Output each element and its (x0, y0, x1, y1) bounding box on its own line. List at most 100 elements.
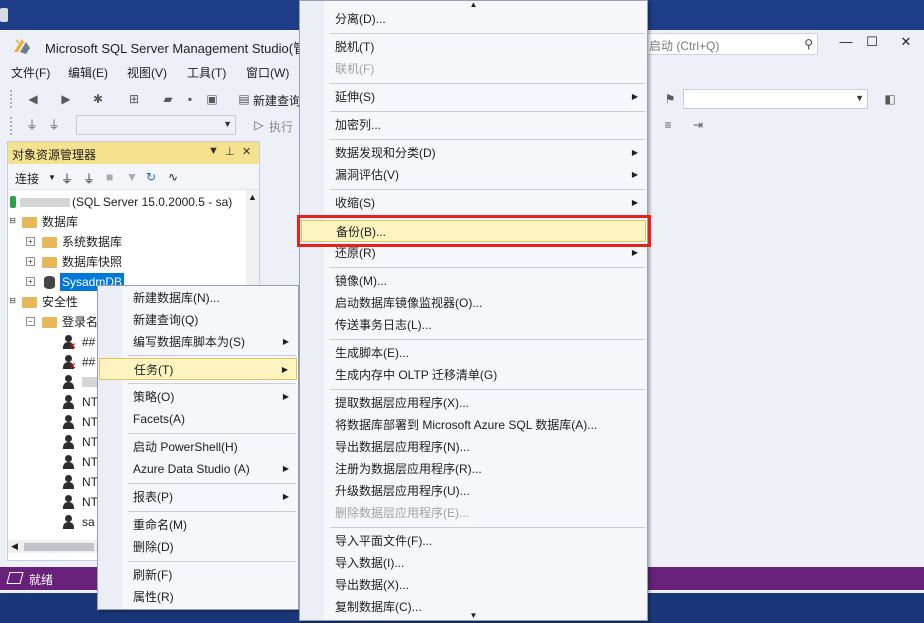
comment-icon[interactable]: ≡ (660, 117, 676, 133)
pin-icon[interactable]: ⊥ (225, 145, 235, 158)
menu-item-data-discovery[interactable]: 数据发现和分类(D) ▶ (301, 142, 646, 164)
save-all-icon[interactable]: ▣ (204, 91, 220, 107)
menu-item-import-flat-file[interactable]: 导入平面文件(F)... (301, 530, 646, 552)
menu-item-delete[interactable]: 删除(D) (99, 536, 297, 558)
stop-icon[interactable]: ■ (106, 170, 113, 184)
tasks-submenu: ▲ 分离(D)... 脱机(T) 联机(F) 延伸(S) ▶ 加密列... 数据发… (299, 0, 648, 621)
menu-item-policies[interactable]: 策略(O) ▶ (99, 386, 297, 408)
menu-item-refresh[interactable]: 刷新(F) (99, 564, 297, 586)
execute-button[interactable]: 执行 (269, 118, 293, 135)
connect-icon[interactable]: ⏚ (24, 117, 40, 133)
filter-icon[interactable]: ▼ (126, 170, 138, 184)
submenu-arrow-icon: ▶ (631, 92, 638, 101)
menu-item-script-database[interactable]: 编写数据库脚本为(S) ▶ (99, 331, 297, 353)
expand-icon[interactable]: + (26, 277, 35, 286)
ide-icon[interactable]: ◧ (882, 91, 898, 107)
connect-dropdown[interactable]: 连接 (15, 170, 39, 187)
close-icon[interactable]: ✕ (242, 145, 251, 158)
menu-item-vulnerability-assessment[interactable]: 漏洞评估(V) ▶ (301, 164, 646, 186)
indent-icon[interactable]: ⇥ (690, 117, 706, 133)
login-disabled-icon: ✕ (62, 355, 77, 371)
menu-item-tasks[interactable]: 任务(T) ▶ (99, 358, 297, 380)
connect-icon[interactable]: ⏚ (61, 170, 73, 187)
database-combo[interactable]: ▼ (76, 115, 236, 135)
activity-monitor-icon[interactable]: ∿ (168, 170, 178, 184)
menu-item-generate-scripts[interactable]: 生成脚本(E)... (301, 342, 646, 364)
menu-item-import-data[interactable]: 导入数据(I)... (301, 552, 646, 574)
quick-launch-input[interactable]: 启动 (Ctrl+Q) ⚲ (644, 33, 818, 55)
menu-item-properties[interactable]: 属性(R) (99, 586, 297, 608)
menu-item-stretch[interactable]: 延伸(S) ▶ (301, 86, 646, 108)
dropdown-icon[interactable]: ▼ (208, 145, 219, 157)
back-icon[interactable]: ◀ (25, 91, 41, 107)
menu-item-register-dac[interactable]: 注册为数据层应用程序(R)... (301, 458, 646, 480)
menu-separator (330, 33, 645, 34)
expand-icon[interactable]: + (26, 237, 35, 246)
menu-item-take-offline[interactable]: 脱机(T) (301, 36, 646, 58)
menu-item-rename[interactable]: 重命名(M) (99, 514, 297, 536)
chevron-down-icon[interactable]: ▼ (48, 173, 56, 182)
menu-item-detach[interactable]: 分离(D)... (301, 8, 646, 30)
menu-item-label: 编写数据库脚本为(S) (133, 335, 245, 349)
new-project-icon[interactable]: ✱ (90, 91, 106, 107)
tree-label: NT (82, 475, 98, 489)
menu-file[interactable]: 文件(F) (11, 64, 50, 81)
submenu-arrow-icon: ▶ (631, 170, 638, 179)
menu-item-start-powershell[interactable]: 启动 PowerShell(H) (99, 436, 297, 458)
maximize-button[interactable]: ☐ (862, 34, 882, 54)
open-folder-icon[interactable]: ▰ (160, 91, 176, 107)
scroll-left-icon[interactable]: ◀ (11, 541, 18, 552)
tree-label: sa (82, 515, 95, 529)
menu-item-oltp-checklist[interactable]: 生成内存中 OLTP 迁移清单(G) (301, 364, 646, 386)
menu-item-extract-dac[interactable]: 提取数据层应用程序(X)... (301, 392, 646, 414)
menu-item-label: 导入平面文件(F)... (335, 534, 433, 548)
collapse-icon[interactable]: ⊟ (8, 217, 17, 226)
menu-item-deploy-azure[interactable]: 将数据库部署到 Microsoft Azure SQL 数据库(A)... (301, 414, 646, 436)
disconnect-icon[interactable]: ⏚ (83, 170, 95, 187)
menu-item-log-shipping[interactable]: 传送事务日志(L)... (301, 314, 646, 336)
menu-item-new-query[interactable]: 新建查询(Q) (99, 309, 297, 331)
menu-item-label: 延伸(S) (335, 90, 375, 104)
menu-item-shrink[interactable]: 收缩(S) ▶ (301, 192, 646, 214)
add-item-icon[interactable]: ⊞ (126, 91, 142, 107)
menu-item-bring-online[interactable]: 联机(F) (301, 58, 646, 80)
tree-label: 数据库快照 (62, 255, 123, 269)
scroll-thumb[interactable] (24, 543, 94, 551)
disconnect-icon[interactable]: ⏚ (46, 117, 62, 133)
menu-item-export-dac[interactable]: 导出数据层应用程序(N)... (301, 436, 646, 458)
menu-item-encrypt-columns[interactable]: 加密列... (301, 114, 646, 136)
expand-icon[interactable]: + (26, 257, 35, 266)
forward-icon[interactable]: ▶ (58, 91, 74, 107)
collapse-icon[interactable]: ⊟ (8, 297, 17, 306)
menu-item-reports[interactable]: 报表(P) ▶ (99, 486, 297, 508)
close-button[interactable]: ✕ (896, 34, 916, 54)
menu-window[interactable]: 窗口(W) (246, 64, 289, 81)
menu-item-mirror-monitor[interactable]: 启动数据库镜像监视器(O)... (301, 292, 646, 314)
menu-item-upgrade-dac[interactable]: 升级数据层应用程序(U)... (301, 480, 646, 502)
tree-label: ## (82, 335, 96, 349)
menu-item-facets[interactable]: Facets(A) (99, 408, 297, 430)
execute-icon[interactable]: ▷ (251, 117, 267, 133)
solution-config-combo[interactable]: ▼ (683, 89, 868, 109)
login-icon (62, 395, 75, 409)
menu-separator (128, 511, 296, 512)
scroll-down-icon[interactable]: ▼ (470, 612, 478, 620)
scroll-up-icon[interactable]: ▲ (248, 192, 257, 202)
menu-item-delete-dac[interactable]: 删除数据层应用程序(E)... (301, 502, 646, 524)
menu-item-mirror[interactable]: 镜像(M)... (301, 270, 646, 292)
object-explorer-toolbar: 连接 ▼ ⏚ ⏚ ■ ▼ ↻ ∿ (8, 164, 259, 190)
menu-item-export-data[interactable]: 导出数据(X)... (301, 574, 646, 596)
minimize-button[interactable]: — (836, 34, 856, 54)
menu-tools[interactable]: 工具(T) (187, 64, 226, 81)
menu-edit[interactable]: 编辑(E) (68, 64, 108, 81)
save-icon[interactable]: ▪ (182, 91, 198, 107)
menu-item-label: 加密列... (335, 118, 382, 132)
menu-item-azure-data-studio[interactable]: Azure Data Studio (A) ▶ (99, 458, 297, 480)
refresh-icon[interactable]: ↻ (146, 170, 156, 184)
find-in-files-icon[interactable]: ⚑ (662, 91, 678, 107)
menu-item-new-database[interactable]: 新建数据库(N)... (99, 287, 297, 309)
new-query-button[interactable]: 新建查询 (253, 92, 301, 109)
menu-item-label: 删除数据层应用程序(E)... (335, 506, 469, 520)
menu-view[interactable]: 视图(V) (127, 64, 167, 81)
collapse-icon[interactable]: − (26, 317, 35, 326)
